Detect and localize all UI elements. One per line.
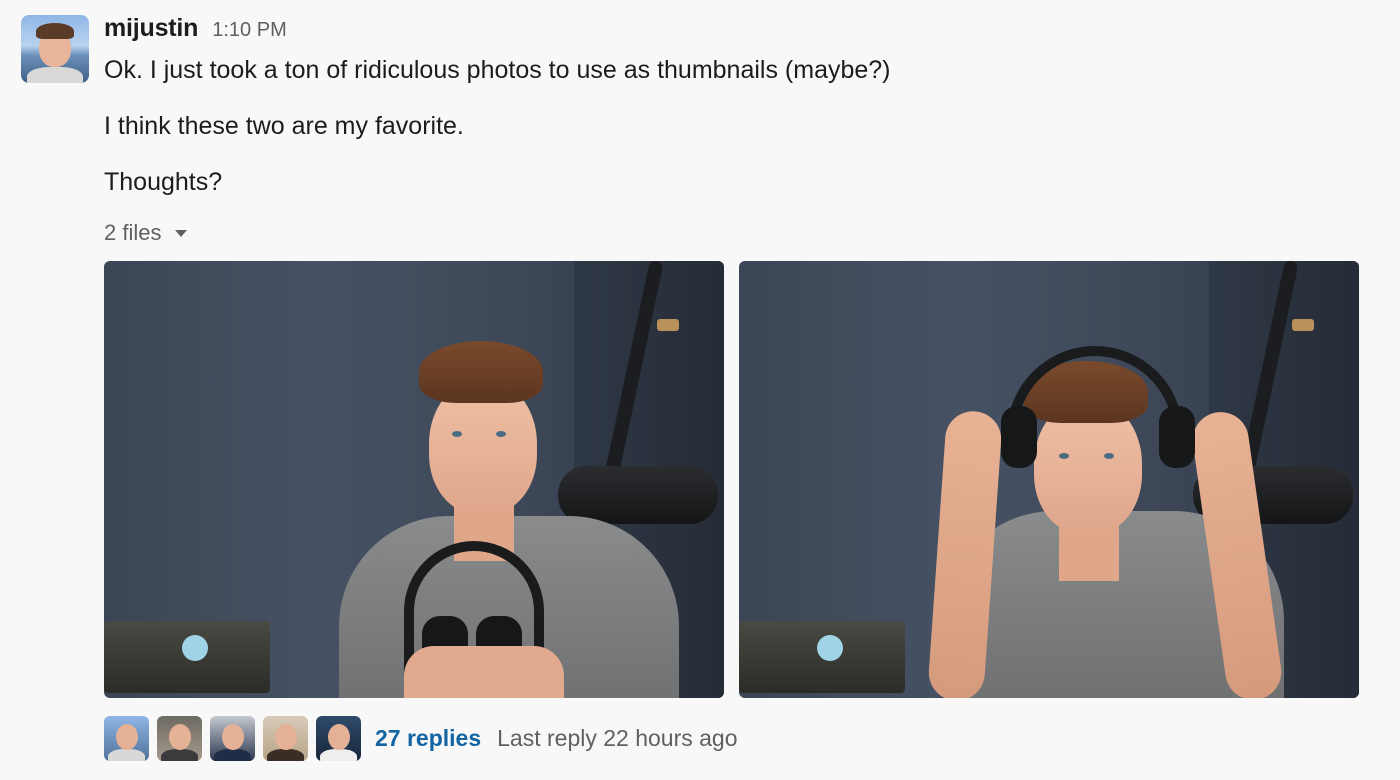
- attachment-image-2[interactable]: [739, 261, 1359, 698]
- thread-participant-avatar[interactable]: [316, 715, 361, 761]
- thread-participant-avatar[interactable]: [210, 715, 255, 761]
- files-toggle[interactable]: 2 files: [104, 220, 188, 246]
- caret-down-icon: [175, 229, 188, 237]
- message-header: mijustin 1:10 PM: [104, 14, 287, 48]
- attachment-image-1[interactable]: [104, 261, 724, 698]
- thread-participant-avatar[interactable]: [104, 715, 149, 761]
- message-timestamp[interactable]: 1:10 PM: [212, 19, 286, 42]
- message-text-line: I think these two are my favorite.: [104, 112, 464, 140]
- last-reply-time: Last reply 22 hours ago: [497, 724, 738, 751]
- thread-summary[interactable]: 27 replies Last reply 22 hours ago: [104, 715, 738, 761]
- message-text-line: Thoughts?: [104, 168, 223, 196]
- message-text-line: Ok. I just took a ton of ridiculous phot…: [104, 56, 891, 84]
- thread-participant-avatar[interactable]: [157, 715, 202, 761]
- message: mijustin 1:10 PM Ok. I just took a ton o…: [0, 0, 1400, 780]
- replies-link[interactable]: 27 replies: [375, 725, 481, 752]
- author-name[interactable]: mijustin: [104, 14, 198, 43]
- files-count-label: 2 files: [104, 220, 162, 245]
- thread-participant-avatar[interactable]: [263, 715, 308, 761]
- author-avatar[interactable]: [21, 15, 89, 83]
